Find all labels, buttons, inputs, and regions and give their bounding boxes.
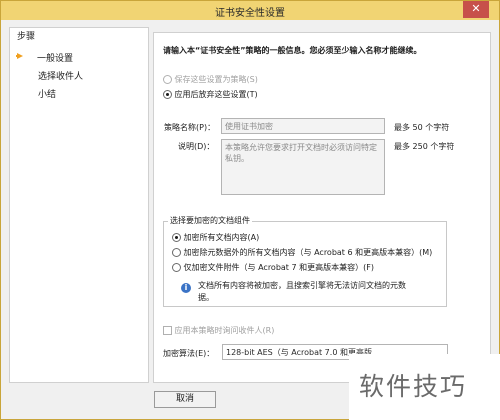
encrypt-except-metadata-radio-indicator[interactable] bbox=[172, 248, 181, 257]
ask-recipients-label: 应用本策略时询问收件人(R) bbox=[174, 326, 275, 335]
ask-recipients-checkbox-indicator[interactable] bbox=[163, 326, 172, 335]
watermark-overlay: 软件技巧 bbox=[349, 354, 500, 420]
encrypt-except-metadata-label: 加密除元数据外的所有文档内容（与 Acrobat 6 和更高版本兼容）(M) bbox=[183, 248, 433, 257]
description-label: 说明(D)： bbox=[178, 142, 215, 151]
step-general-settings[interactable]: 一般设置 bbox=[37, 51, 73, 64]
window-title: 证书安全性设置 bbox=[215, 8, 285, 19]
encrypt-components-title: 选择要加密的文档组件 bbox=[168, 215, 252, 226]
policy-name-label: 策略名称(P)： bbox=[164, 123, 216, 132]
info-icon: i bbox=[181, 283, 191, 293]
step-select-recipients[interactable]: 选择收件人 bbox=[38, 69, 83, 82]
discard-after-apply-radio-indicator[interactable] bbox=[163, 90, 172, 99]
encrypt-all-label: 加密所有文档内容(A) bbox=[183, 233, 260, 242]
encrypt-attachments-label: 仅加密文件附件（与 Acrobat 7 和更高版本兼容）(F) bbox=[183, 263, 374, 272]
step-summary[interactable]: 小结 bbox=[38, 87, 56, 100]
encrypt-all-radio-indicator[interactable] bbox=[172, 233, 181, 242]
current-step-arrow-icon bbox=[16, 53, 23, 59]
discard-after-apply-label: 应用后放弃这些设置(T) bbox=[174, 90, 258, 99]
steps-header: 步骤 bbox=[17, 32, 36, 42]
encrypt-attachments-radio-indicator[interactable] bbox=[172, 263, 181, 272]
description-field[interactable]: 本策略允许您要求打开文档时必须访问特定私钥。 bbox=[221, 139, 385, 195]
ask-recipients-checkbox[interactable]: 应用本策略时询问收件人(R) bbox=[163, 325, 274, 336]
title-bar: 证书安全性设置 ✕ bbox=[1, 1, 499, 20]
close-icon[interactable]: ✕ bbox=[463, 1, 489, 18]
cancel-button[interactable]: 取消 bbox=[154, 391, 216, 408]
watermark-text: 软件技巧 bbox=[359, 372, 468, 401]
description-hint: 最多 250 个字符 bbox=[394, 142, 455, 151]
info-text-line2: 据。 bbox=[198, 293, 214, 302]
info-text-line1: 文档所有内容将被加密，且搜索引擎将无法访问文档的元数 bbox=[198, 281, 406, 290]
encrypt-all-radio[interactable]: 加密所有文档内容(A) bbox=[172, 232, 259, 243]
policy-name-hint: 最多 50 个字符 bbox=[394, 123, 450, 132]
save-as-policy-radio[interactable]: 保存这些设置为策略(S) bbox=[163, 74, 258, 85]
policy-name-field[interactable]: 使用证书加密 bbox=[221, 118, 385, 134]
save-as-policy-label: 保存这些设置为策略(S) bbox=[174, 75, 258, 84]
discard-after-apply-radio[interactable]: 应用后放弃这些设置(T) bbox=[163, 89, 258, 100]
encrypt-except-metadata-radio[interactable]: 加密除元数据外的所有文档内容（与 Acrobat 6 和更高版本兼容）(M) bbox=[172, 247, 432, 258]
encrypt-attachments-radio[interactable]: 仅加密文件附件（与 Acrobat 7 和更高版本兼容）(F) bbox=[172, 262, 374, 273]
algorithm-label: 加密算法(E)： bbox=[163, 349, 215, 358]
save-as-policy-radio-indicator[interactable] bbox=[163, 75, 172, 84]
instruction-text: 请输入本“证书安全性”策略的一般信息。您必须至少输入名称才能继续。 bbox=[163, 46, 422, 55]
